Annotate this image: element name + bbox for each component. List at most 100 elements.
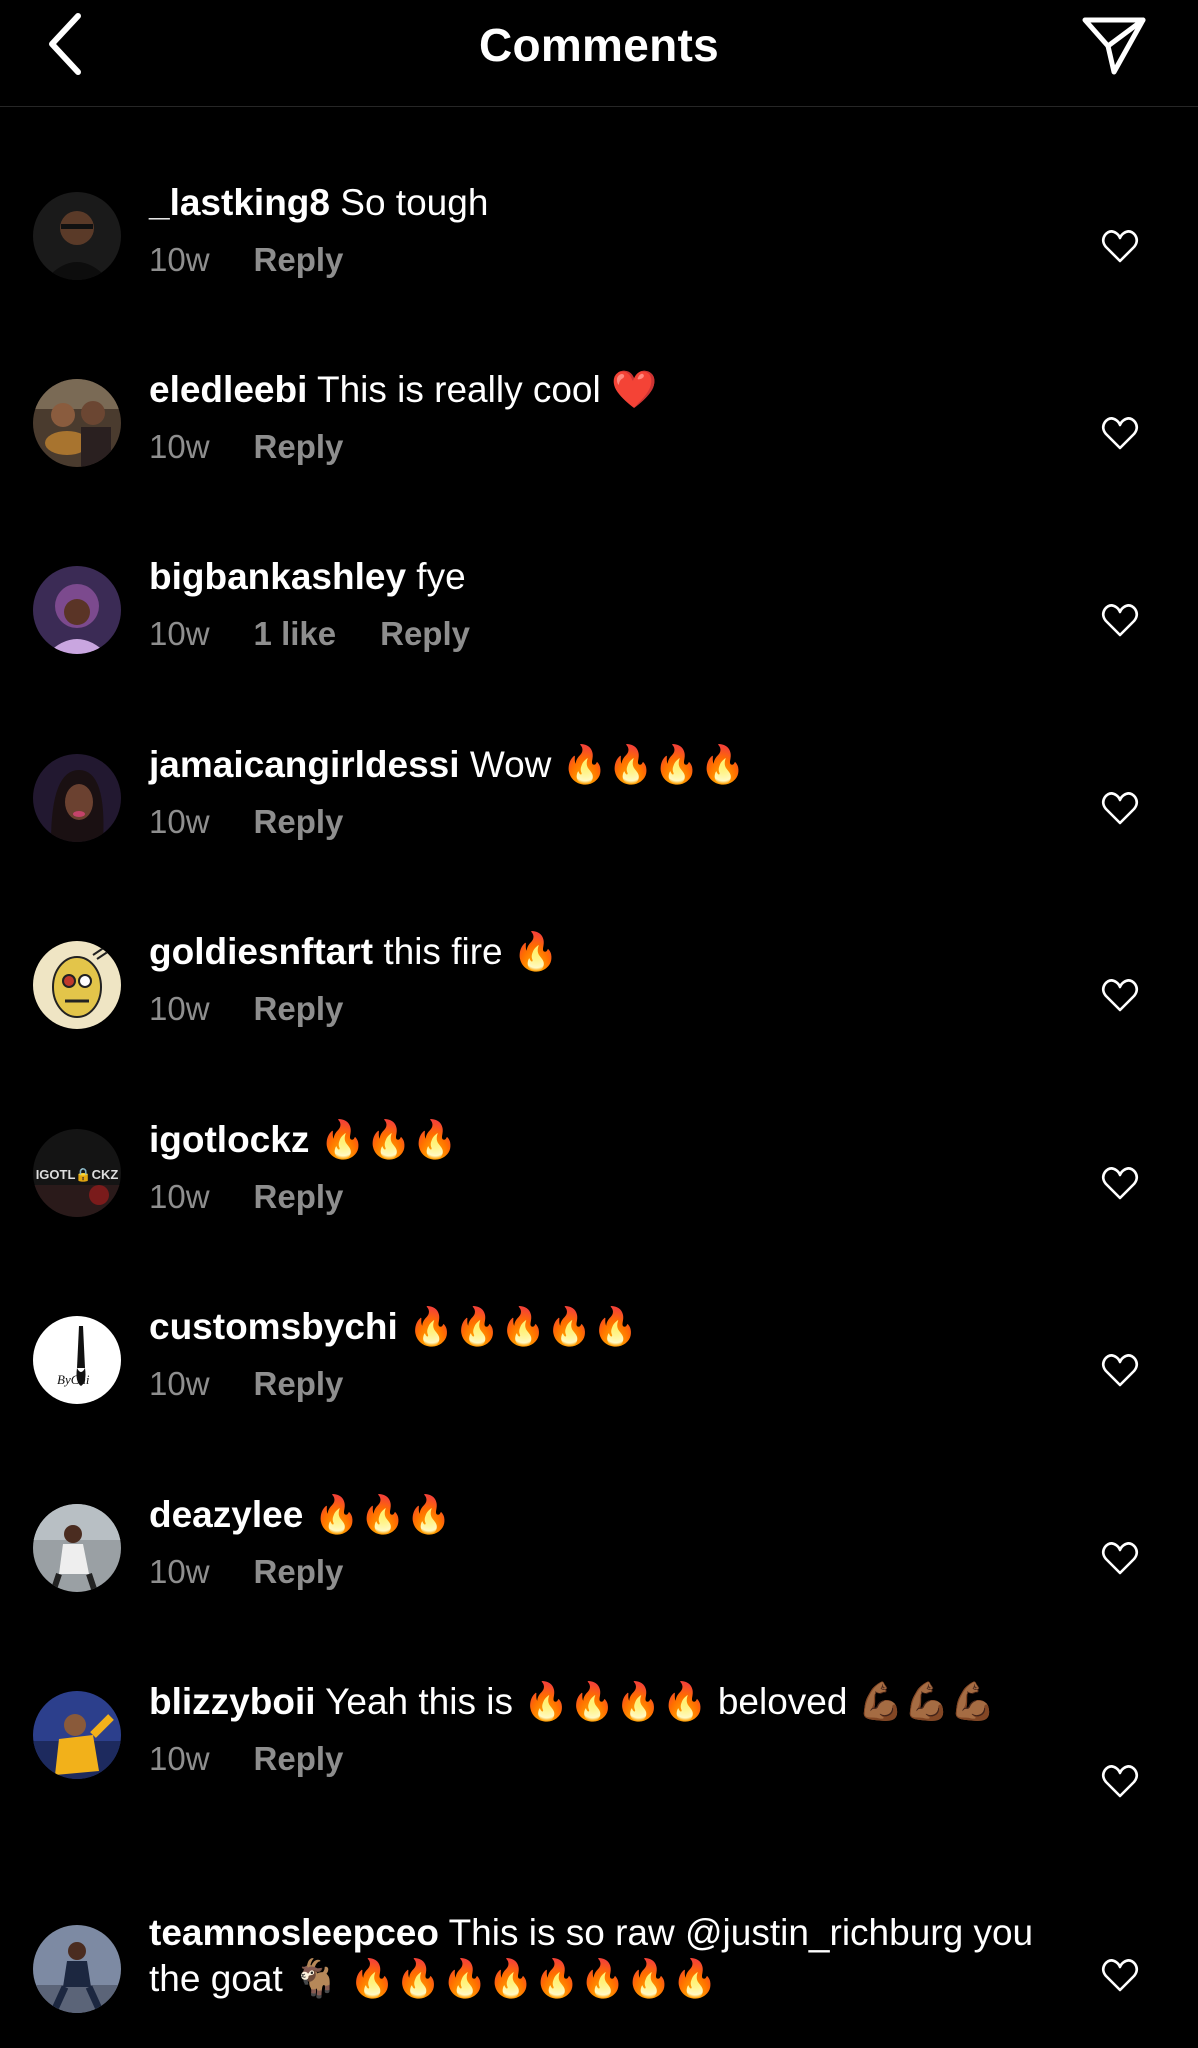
- comment-username[interactable]: goldiesnftart: [149, 931, 373, 972]
- heart-icon: [1101, 1542, 1139, 1575]
- comment-meta: 10w Reply: [149, 1552, 1049, 1592]
- comment-timestamp: 10w: [149, 615, 210, 652]
- like-button[interactable]: [1100, 1163, 1140, 1203]
- comment-timestamp: 10w: [149, 1553, 210, 1590]
- avatar[interactable]: [33, 1504, 121, 1592]
- avatar-logo-text: ByChi: [57, 1372, 90, 1387]
- comment-timestamp: 10w: [149, 1365, 210, 1402]
- comment-like-count[interactable]: 1 like: [254, 615, 337, 652]
- comment-body: goldiesnftart this fire 🔥 10w Reply: [149, 929, 1049, 1029]
- comment-username[interactable]: igotlockz: [149, 1119, 309, 1160]
- comment-body: _lastking8 So tough 10w Reply: [149, 180, 1049, 280]
- comment-text: igotlockz 🔥🔥🔥: [149, 1117, 1049, 1163]
- comment-meta: 10w Reply: [149, 427, 1049, 467]
- comment-username[interactable]: bigbankashley: [149, 556, 406, 597]
- comment-meta: 10w Reply: [149, 802, 1049, 842]
- comment-message: fye: [406, 556, 466, 597]
- like-button[interactable]: [1100, 1538, 1140, 1578]
- comment-meta: 10w Reply: [149, 240, 1049, 280]
- comment-username[interactable]: _lastking8: [149, 182, 330, 223]
- avatar[interactable]: [33, 566, 121, 654]
- comment-text: goldiesnftart this fire 🔥: [149, 929, 1049, 975]
- comment-message: 🔥🔥🔥: [309, 1119, 458, 1160]
- avatar-logo-text: IGOTL🔒CKZ: [36, 1167, 119, 1182]
- comment-body: blizzyboii Yeah this is 🔥🔥🔥🔥 beloved 💪🏾💪…: [149, 1679, 1049, 1779]
- reply-button[interactable]: Reply: [380, 615, 470, 652]
- reply-button[interactable]: Reply: [254, 1365, 344, 1402]
- heart-icon: [1101, 979, 1139, 1012]
- avatar[interactable]: ByChi: [33, 1316, 121, 1404]
- comments-header: Comments: [0, 0, 1198, 107]
- comment-text: _lastking8 So tough: [149, 180, 1049, 226]
- comment-body: igotlockz 🔥🔥🔥 10w Reply: [149, 1117, 1049, 1217]
- comment-text: customsbychi 🔥🔥🔥🔥🔥: [149, 1304, 1049, 1350]
- comment-meta: 10w 1 like Reply: [149, 614, 1049, 654]
- comment-meta: 10w Reply: [149, 1177, 1049, 1217]
- avatar[interactable]: [33, 379, 121, 467]
- reply-button[interactable]: Reply: [254, 241, 344, 278]
- heart-icon: [1101, 1959, 1139, 1992]
- comment-username[interactable]: customsbychi: [149, 1306, 398, 1347]
- comment-text: eledleebi This is really cool ❤️: [149, 367, 1049, 413]
- reply-button[interactable]: Reply: [254, 803, 344, 840]
- comment-message: 🔥🔥🔥🔥🔥: [397, 1306, 639, 1347]
- comment-body: bigbankashley fye 10w 1 like Reply: [149, 554, 1049, 654]
- reply-button[interactable]: Reply: [254, 990, 344, 1027]
- comment-timestamp: 10w: [149, 1740, 210, 1777]
- comment-body: customsbychi 🔥🔥🔥🔥🔥 10w Reply: [149, 1304, 1049, 1404]
- heart-icon: [1101, 1167, 1139, 1200]
- comment-meta: 10w Reply: [149, 1364, 1049, 1404]
- heart-icon: [1101, 792, 1139, 825]
- comment-message: So tough: [329, 182, 489, 223]
- comment-timestamp: 10w: [149, 428, 210, 465]
- comment-text: deazylee 🔥🔥🔥: [149, 1492, 1049, 1538]
- comment-body: deazylee 🔥🔥🔥 10w Reply: [149, 1492, 1049, 1592]
- like-button[interactable]: [1100, 1955, 1140, 1995]
- comment-timestamp: 10w: [149, 241, 210, 278]
- comment-meta: 10w Reply: [149, 1739, 1049, 1779]
- like-button[interactable]: [1100, 1350, 1140, 1390]
- comment-text: bigbankashley fye: [149, 554, 1049, 600]
- comment-message: 🔥🔥🔥: [303, 1494, 452, 1535]
- comment-message: Wow 🔥🔥🔥🔥: [459, 744, 746, 785]
- reply-button[interactable]: Reply: [254, 1178, 344, 1215]
- heart-icon: [1101, 1354, 1139, 1387]
- heart-icon: [1101, 1765, 1139, 1798]
- comment-timestamp: 10w: [149, 1178, 210, 1215]
- comment-username[interactable]: teamnosleepceo: [149, 1912, 439, 1953]
- avatar[interactable]: [33, 192, 121, 280]
- comment-message: Yeah this is 🔥🔥🔥🔥 beloved 💪🏾💪🏾💪🏾: [315, 1681, 996, 1722]
- heart-icon: [1101, 604, 1139, 637]
- avatar[interactable]: [33, 1925, 121, 2013]
- heart-icon: [1101, 417, 1139, 450]
- paper-plane-icon: [1082, 17, 1146, 75]
- comment-body: eledleebi This is really cool ❤️ 10w Reply: [149, 367, 1049, 467]
- like-button[interactable]: [1100, 1761, 1140, 1801]
- like-button[interactable]: [1100, 975, 1140, 1015]
- comment-body: teamnosleepceo This is so raw @justin_ri…: [149, 1910, 1049, 2002]
- reply-button[interactable]: Reply: [254, 1740, 344, 1777]
- page-title: Comments: [478, 19, 720, 71]
- comment-text: jamaicangirldessi Wow 🔥🔥🔥🔥: [149, 742, 1049, 788]
- avatar[interactable]: [33, 1691, 121, 1779]
- comment-username[interactable]: eledleebi: [149, 369, 307, 410]
- comment-username[interactable]: blizzyboii: [149, 1681, 316, 1722]
- reply-button[interactable]: Reply: [254, 428, 344, 465]
- reply-button[interactable]: Reply: [254, 1553, 344, 1590]
- heart-icon: [1101, 230, 1139, 263]
- avatar[interactable]: IGOTL🔒CKZ: [33, 1129, 121, 1217]
- comment-text: blizzyboii Yeah this is 🔥🔥🔥🔥 beloved 💪🏾💪…: [149, 1679, 1049, 1725]
- comment-message: This is really cool ❤️: [307, 369, 658, 410]
- comment-meta: 10w Reply: [149, 989, 1049, 1029]
- comment-username[interactable]: jamaicangirldessi: [149, 744, 460, 785]
- comment-body: jamaicangirldessi Wow 🔥🔥🔥🔥 10w Reply: [149, 742, 1049, 842]
- avatar[interactable]: [33, 941, 121, 1029]
- like-button[interactable]: [1100, 413, 1140, 453]
- like-button[interactable]: [1100, 600, 1140, 640]
- comment-message: this fire 🔥: [373, 931, 559, 972]
- like-button[interactable]: [1100, 226, 1140, 266]
- share-button[interactable]: [1082, 16, 1146, 76]
- like-button[interactable]: [1100, 788, 1140, 828]
- avatar[interactable]: [33, 754, 121, 842]
- comment-username[interactable]: deazylee: [149, 1494, 303, 1535]
